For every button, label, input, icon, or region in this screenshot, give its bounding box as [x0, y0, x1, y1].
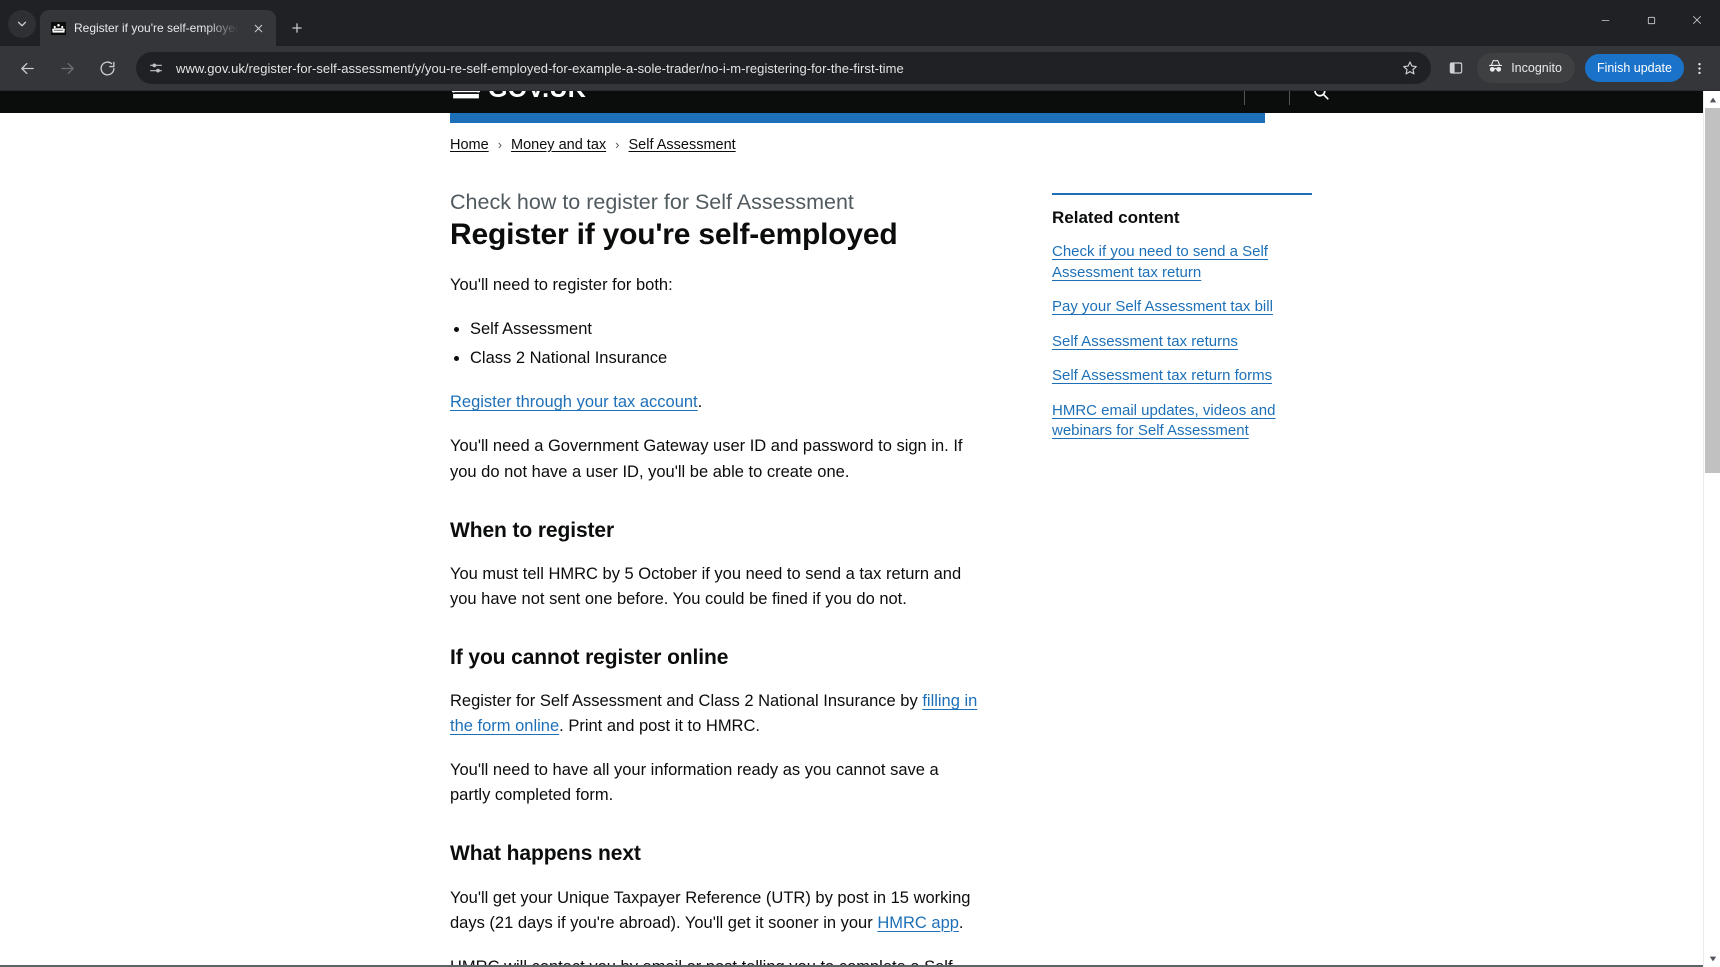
reload-button[interactable] — [91, 52, 123, 84]
page-scrollbar[interactable] — [1703, 91, 1720, 967]
browser-tab[interactable]: Register if you're self-employed — [40, 10, 276, 46]
window-controls — [1582, 0, 1720, 40]
requirements-list: Self Assessment Class 2 National Insuran… — [470, 318, 980, 372]
finish-update-button[interactable]: Finish update — [1584, 54, 1684, 82]
section-paragraph-cannot-register-online: Register for Self Assessment and Class 2… — [450, 689, 980, 739]
text-before-link: Register for Self Assessment and Class 2… — [450, 692, 923, 711]
govuk-header-nav — [1222, 91, 1330, 107]
intro-paragraph: You'll need to register for both: — [450, 276, 673, 295]
incognito-indicator[interactable]: Incognito — [1477, 53, 1575, 83]
govuk-blue-bar — [450, 113, 1265, 123]
breadcrumb-item-home[interactable]: Home — [450, 137, 489, 153]
search-icon[interactable] — [1312, 91, 1330, 101]
related-link-email-updates[interactable]: HMRC email updates, videos and webinars … — [1052, 401, 1312, 442]
crown-icon — [450, 91, 482, 102]
breadcrumb: Home › Money and tax › Self Assessment — [450, 123, 1360, 154]
url-text: www.gov.uk/register-for-self-assessment/… — [176, 60, 904, 76]
close-window-button[interactable] — [1674, 0, 1720, 40]
back-button[interactable] — [11, 52, 43, 84]
site-settings-icon[interactable] — [148, 60, 166, 76]
section-heading-what-happens-next: What happens next — [450, 842, 641, 866]
browser-toolbar: www.gov.uk/register-for-self-assessment/… — [0, 46, 1720, 90]
section-paragraph-when-to-register: You must tell HMRC by 5 October if you n… — [450, 564, 962, 608]
gateway-paragraph: You'll need a Government Gateway user ID… — [450, 437, 963, 481]
breadcrumb-separator: › — [615, 136, 620, 152]
header-divider-1 — [1244, 91, 1245, 105]
section-heading-when-to-register: When to register — [450, 518, 615, 542]
govuk-wordmark: GOV.UK — [488, 91, 586, 102]
page-content: Home › Money and tax › Self Assessment C… — [0, 123, 1703, 967]
register-link-trailing: . — [697, 393, 703, 412]
related-content-title: Related content — [1052, 208, 1180, 227]
related-content-sidebar: Related content Check if you need to sen… — [1052, 189, 1312, 967]
tab-title: Register if you're self-employed — [74, 21, 242, 35]
new-tab-button[interactable] — [282, 13, 312, 43]
govuk-logo[interactable]: GOV.UK — [450, 91, 586, 102]
list-item: Self Assessment — [470, 318, 980, 342]
breadcrumb-item-self-assessment[interactable]: Self Assessment — [629, 137, 736, 153]
related-content-rule — [1052, 193, 1312, 195]
close-icon[interactable] — [250, 19, 268, 37]
main-column: Check how to register for Self Assessmen… — [450, 189, 980, 967]
bookmark-star-icon[interactable] — [1395, 53, 1425, 83]
address-bar[interactable]: www.gov.uk/register-for-self-assessment/… — [136, 52, 1432, 84]
related-link-pay-tax-bill[interactable]: Pay your Self Assessment tax bill — [1052, 297, 1312, 318]
browser-window: Register if you're self-employed www.gov… — [0, 0, 1720, 967]
section-paragraph-utr: You'll get your Unique Taxpayer Referenc… — [450, 886, 980, 936]
tab-strip: Register if you're self-employed — [0, 0, 1720, 46]
side-panel-icon[interactable] — [1441, 53, 1471, 83]
related-link-check-if-need-to-send[interactable]: Check if you need to send a Self Assessm… — [1052, 242, 1312, 283]
list-item: Class 2 National Insurance — [470, 347, 980, 371]
page-viewport: GOV.UK Home › Money and tax › — [0, 90, 1720, 967]
incognito-label: Incognito — [1511, 61, 1562, 75]
text-after-link: . Print and post it to HMRC. — [559, 717, 760, 736]
forward-button[interactable] — [51, 52, 83, 84]
related-link-tax-return-forms[interactable]: Self Assessment tax return forms — [1052, 366, 1312, 387]
content-columns: Check how to register for Self Assessmen… — [450, 189, 1360, 967]
maximize-button[interactable] — [1628, 0, 1674, 40]
page-title: Register if you're self-employed — [450, 217, 898, 251]
minimize-button[interactable] — [1582, 0, 1628, 40]
header-divider-2 — [1289, 91, 1290, 105]
section-heading-cannot-register-online: If you cannot register online — [450, 645, 729, 669]
govuk-crown-favicon — [50, 20, 66, 36]
finish-update-label: Finish update — [1596, 61, 1672, 75]
scrollbar-thumb[interactable] — [1705, 108, 1720, 473]
register-through-tax-account-link[interactable]: Register through your tax account — [450, 393, 698, 411]
incognito-icon — [1487, 59, 1504, 77]
register-link-paragraph: Register through your tax account. — [450, 390, 980, 415]
scroll-down-arrow-icon[interactable] — [1704, 950, 1720, 967]
breadcrumb-separator: › — [497, 136, 503, 152]
govuk-site-header: GOV.UK — [0, 91, 1703, 113]
hmrc-app-link[interactable]: HMRC app — [877, 914, 959, 932]
related-link-tax-returns[interactable]: Self Assessment tax returns — [1052, 332, 1312, 353]
scroll-up-arrow-icon[interactable] — [1704, 91, 1720, 108]
tab-search-chevron-icon[interactable] — [8, 10, 36, 38]
section-paragraph-info-ready: You'll need to have all your information… — [450, 761, 939, 805]
text-after-link: . — [958, 913, 964, 932]
chrome-menu-kebab-icon[interactable] — [1686, 53, 1712, 83]
context-title: Check how to register for Self Assessmen… — [450, 190, 854, 214]
breadcrumb-item-money-and-tax[interactable]: Money and tax — [511, 137, 606, 153]
